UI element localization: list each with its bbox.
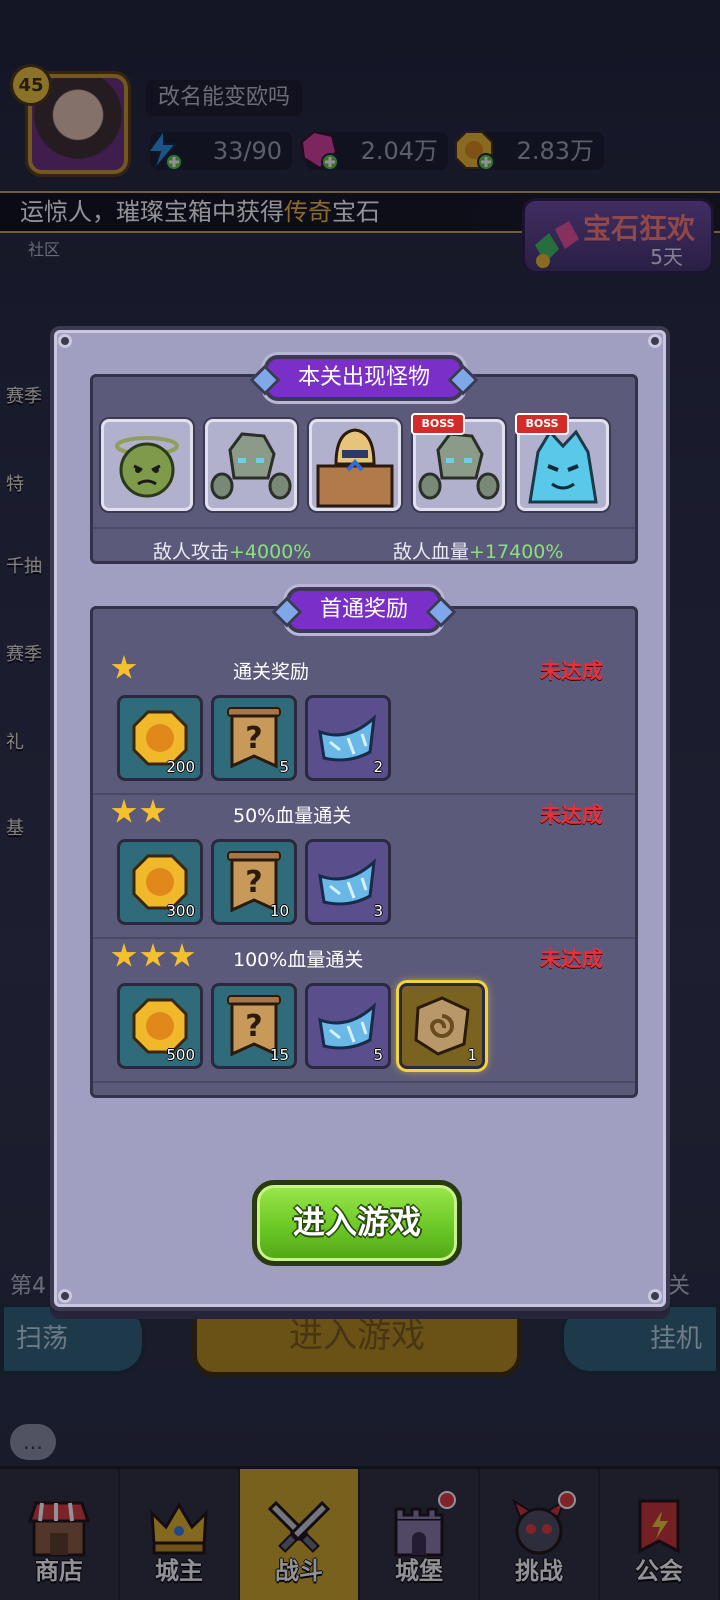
svg-text:?: ? <box>245 1009 262 1044</box>
stage-info-modal: 本关出现怪物 BOSS BOSS 敌人攻击+4000% 敌人血量+17400% … <box>50 326 670 1311</box>
tier-name: 100%血量通关 <box>233 949 364 971</box>
reward-item[interactable]: 1 <box>399 983 485 1069</box>
reward-item[interactable]: 3 <box>305 839 391 925</box>
rivet <box>648 334 662 348</box>
tier-name: 50%血量通关 <box>233 805 352 827</box>
reward-item[interactable]: ? 15 <box>211 983 297 1069</box>
tier-stars <box>111 655 140 685</box>
enter-game-button[interactable]: 进入游戏 <box>252 1180 462 1266</box>
reward-count: 300 <box>166 902 195 920</box>
reward-count: 10 <box>269 902 289 920</box>
reward-count: 1 <box>467 1046 477 1064</box>
goblin-icon <box>115 436 179 498</box>
armored-knight-icon <box>316 428 394 508</box>
enemy-hp-value: +17400% <box>469 541 564 563</box>
reward-item[interactable]: 2 <box>305 695 391 781</box>
rivet <box>58 1289 72 1303</box>
monster-slot-1[interactable] <box>101 419 193 511</box>
tier-status: 未达成 <box>540 947 603 971</box>
tier-status: 未达成 <box>540 659 603 683</box>
first-clear-rewards-section: 首通奖励 通关奖励 未达成 200 ? 5 2 50%血量通关 未达成 300 … <box>90 587 638 1098</box>
reward-count: 200 <box>166 758 195 776</box>
enemy-attack-stat: 敌人攻击+4000% <box>153 537 311 564</box>
boss-tag: BOSS <box>411 413 465 435</box>
reward-count: 500 <box>166 1046 195 1064</box>
rivet <box>648 1289 662 1303</box>
tier-divider <box>93 937 635 939</box>
svg-text:?: ? <box>245 721 262 756</box>
enemy-attack-label: 敌人攻击 <box>153 541 230 563</box>
reward-item[interactable]: 300 <box>117 839 203 925</box>
enemy-stats: 敌人攻击+4000% 敌人血量+17400% <box>93 527 635 565</box>
star-icon <box>169 943 195 967</box>
reward-count: 3 <box>373 902 383 920</box>
reward-item[interactable]: ? 5 <box>211 695 297 781</box>
tier-stars <box>111 943 198 973</box>
svg-text:?: ? <box>245 865 262 900</box>
star-icon <box>140 799 166 823</box>
monsters-section: 本关出现怪物 BOSS BOSS 敌人攻击+4000% 敌人血量+17400% <box>90 355 638 565</box>
reward-item[interactable]: 500 <box>117 983 203 1069</box>
tier-divider <box>93 1081 635 1083</box>
enemy-hp-stat: 敌人血量+17400% <box>393 537 563 564</box>
tier-status: 未达成 <box>540 803 603 827</box>
tier-name: 通关奖励 <box>233 661 310 683</box>
tier-stars <box>111 799 169 829</box>
rewards-section-title: 首通奖励 <box>285 587 443 633</box>
reward-count: 15 <box>269 1046 289 1064</box>
reward-item[interactable]: 5 <box>305 983 391 1069</box>
monster-slot-2[interactable] <box>205 419 297 511</box>
tier-divider <box>93 793 635 795</box>
rivet <box>58 334 72 348</box>
reward-count: 5 <box>279 758 289 776</box>
reward-count: 2 <box>373 758 383 776</box>
enemy-hp-label: 敌人血量 <box>393 541 470 563</box>
star-icon <box>111 943 137 967</box>
star-icon <box>111 655 137 679</box>
monsters-section-title: 本关出现怪物 <box>263 355 465 401</box>
star-icon <box>111 799 137 823</box>
enemy-attack-value: +4000% <box>229 541 312 563</box>
boss-tag: BOSS <box>515 413 569 435</box>
reward-item[interactable]: 200 <box>117 695 203 781</box>
reward-item[interactable]: ? 10 <box>211 839 297 925</box>
monster-slot-3[interactable] <box>309 419 401 511</box>
reward-count: 5 <box>373 1046 383 1064</box>
rock-golem-icon <box>210 432 292 500</box>
star-icon <box>140 943 166 967</box>
